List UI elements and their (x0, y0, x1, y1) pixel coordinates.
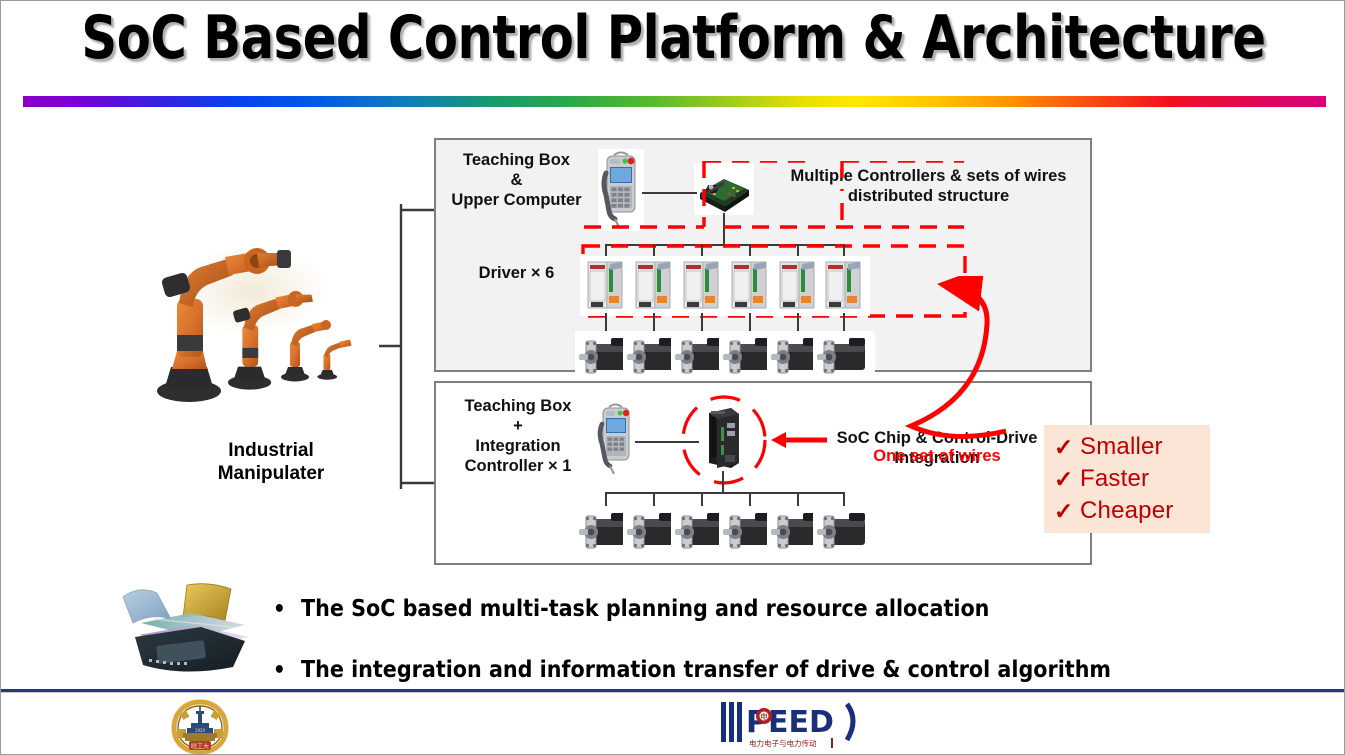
bullet-marker: • (273, 597, 286, 622)
footer-bar: 哈工大 1920 哈爾濱工業大學 HARBIN INSTITUTE OF TEC… (1, 695, 1344, 754)
wire-bus-driver (653, 244, 655, 256)
wire-bus-driver (749, 244, 751, 256)
semiconductor-chips-image (113, 579, 258, 679)
rainbow-divider (23, 96, 1326, 107)
connector-bracket (379, 204, 439, 489)
industrial-robot-image (141, 239, 401, 439)
benefit-label: Smaller (1080, 433, 1163, 460)
robot-label: Industrial Manipulater (217, 440, 325, 485)
peed-wordmark-logo: PEED 电 电力电子与电力传动 (721, 702, 856, 748)
wire-pendant-soc-drive (635, 441, 699, 443)
upper-left-label-driver-count: Driver × 6 (478, 264, 555, 282)
wire-bus-driver (797, 244, 799, 256)
benefits-callout: ✓ Smaller ✓ Faster ✓ Cheaper (1044, 425, 1210, 533)
wire-bus-driver (605, 244, 607, 256)
svg-text:1920: 1920 (195, 728, 206, 733)
wire-soc-drive-bus (722, 471, 724, 493)
slide-canvas: SoC Based Control Platform & Architectur… (0, 0, 1345, 755)
svg-text:哈工大: 哈工大 (191, 743, 209, 751)
benefit-item: ✓ Cheaper (1054, 495, 1210, 527)
benefit-item: ✓ Smaller (1054, 431, 1210, 463)
benefit-label: Faster (1080, 465, 1150, 492)
servo-driver-image (628, 256, 680, 316)
red-arrow-to-soc-drive (771, 432, 827, 448)
wire-lower-motor-bus (605, 492, 843, 494)
bullet-marker: • (273, 658, 286, 683)
svg-text:电: 电 (760, 712, 768, 722)
benefit-item: ✓ Faster (1054, 463, 1210, 495)
bullet-text: The SoC based multi-task planning and re… (301, 596, 990, 622)
servo-driver-image (580, 256, 632, 316)
bullet-text: The integration and information transfer… (301, 657, 1111, 683)
bullet-item-1: • The SoC based multi-task planning and … (273, 596, 989, 622)
upper-left-label-teaching-box: Teaching Box & Upper Computer (451, 151, 582, 210)
check-icon: ✓ (1054, 497, 1074, 524)
teach-pendant-image-lower (595, 401, 637, 477)
hit-emblem-logo: 哈工大 1920 (171, 699, 229, 754)
check-icon: ✓ (1054, 433, 1074, 460)
bullet-item-2: • The integration and information transf… (273, 657, 1111, 683)
red-dashed-controller-zone (584, 161, 964, 229)
servo-motor-image (813, 506, 875, 558)
footer-divider-light (1, 692, 1344, 693)
title-area: SoC Based Control Platform & Architectur… (1, 1, 1344, 79)
benefit-label: Cheaper (1080, 497, 1174, 524)
wire-bus-driver (843, 244, 845, 256)
page-title: SoC Based Control Platform & Architectur… (81, 3, 1266, 73)
lower-left-label-integration: Teaching Box + Integration Controller × … (464, 397, 572, 476)
peed-logo-sub-text: 电力电子与电力传动 (749, 738, 817, 748)
servo-driver-image (676, 256, 728, 316)
check-icon: ✓ (1054, 465, 1074, 492)
wire-bus-driver (701, 244, 703, 256)
